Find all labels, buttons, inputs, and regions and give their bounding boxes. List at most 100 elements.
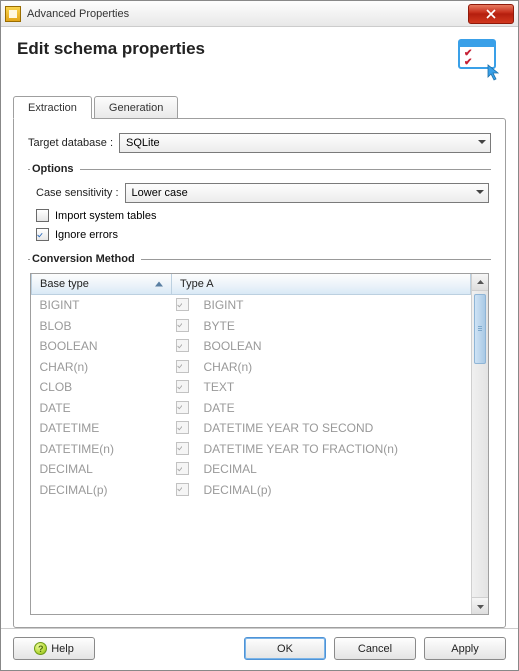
header: Edit schema properties ✔✔ (13, 35, 506, 89)
tabstrip: Extraction Generation (13, 95, 506, 118)
close-button[interactable] (468, 4, 514, 24)
type-a-checkbox (176, 462, 189, 475)
column-type-a[interactable]: Type A (172, 274, 471, 295)
cell-type-a-checkbox (172, 316, 196, 337)
conversion-method-legend: Conversion Method (30, 253, 141, 265)
table-row[interactable]: BIGINT BIGINT (32, 295, 471, 316)
cell-type-a: BYTE (196, 316, 471, 337)
window-body: Edit schema properties ✔✔ Extraction Gen… (1, 27, 518, 628)
type-a-checkbox (176, 298, 189, 311)
cell-type-a-checkbox (172, 357, 196, 378)
tab-generation[interactable]: Generation (94, 96, 178, 119)
check-icon (177, 382, 183, 392)
table-row[interactable]: DECIMALDECIMAL (32, 459, 471, 480)
title-bar: Advanced Properties (1, 1, 518, 27)
check-icon (177, 443, 183, 453)
cell-base-type: BLOB (32, 316, 172, 337)
import-system-tables-label: Import system tables (55, 210, 156, 222)
cell-type-a-checkbox (172, 398, 196, 419)
cell-base-type: DATE (32, 398, 172, 419)
scroll-up-button[interactable] (472, 274, 488, 291)
table-row[interactable]: CLOB TEXT (32, 377, 471, 398)
check-icon (177, 464, 183, 474)
cell-type-a: DATETIME YEAR TO SECOND (196, 418, 471, 439)
cell-type-a-checkbox (172, 439, 196, 460)
help-button[interactable]: ? Help (13, 637, 95, 660)
case-sensitivity-value: Lower case (132, 187, 188, 199)
check-icon (37, 230, 43, 240)
cell-type-a-checkbox (172, 459, 196, 480)
ignore-errors-label: Ignore errors (55, 229, 118, 241)
table-row[interactable]: DATETIME DATETIME YEAR TO SECOND (32, 418, 471, 439)
cell-base-type: CLOB (32, 377, 172, 398)
chevron-down-icon (478, 137, 486, 149)
cell-base-type: BIGINT (32, 295, 172, 316)
cell-type-a-checkbox (172, 295, 196, 316)
cursor-icon (486, 63, 504, 81)
check-icon (177, 341, 183, 351)
conversion-table-scroll: Base type Type A BIGINTBIGINTBLOBBYTEBOO… (31, 274, 471, 614)
conversion-table-wrap: Base type Type A BIGINTBIGINTBLOBBYTEBOO… (30, 273, 489, 615)
case-sensitivity-label: Case sensitivity : (36, 187, 119, 199)
tab-area: Extraction Generation Target database : … (13, 95, 506, 628)
type-a-checkbox (176, 339, 189, 352)
conversion-table: Base type Type A BIGINTBIGINTBLOBBYTEBOO… (31, 274, 471, 500)
type-a-checkbox (176, 442, 189, 455)
check-icon (177, 320, 183, 330)
options-legend: Options (30, 163, 80, 175)
table-row[interactable]: DATEDATE (32, 398, 471, 419)
tab-extraction[interactable]: Extraction (13, 96, 92, 119)
scroll-down-button[interactable] (472, 597, 488, 614)
cell-type-a-checkbox (172, 336, 196, 357)
chevron-down-icon (476, 187, 484, 199)
cell-base-type: DECIMAL (32, 459, 172, 480)
check-icon (177, 300, 183, 310)
case-sensitivity-row: Case sensitivity : Lower case (36, 183, 489, 203)
type-a-checkbox (176, 421, 189, 434)
cell-type-a-checkbox (172, 418, 196, 439)
check-icon (177, 361, 183, 371)
type-a-checkbox (176, 360, 189, 373)
column-base-type[interactable]: Base type (32, 274, 172, 295)
cell-base-type: DATETIME(n) (32, 439, 172, 460)
ignore-errors-checkbox[interactable] (36, 228, 49, 241)
scroll-thumb[interactable] (474, 294, 486, 364)
ignore-errors-row: Ignore errors (36, 228, 489, 241)
import-system-tables-checkbox[interactable] (36, 209, 49, 222)
cell-type-a: BIGINT (196, 295, 471, 316)
cell-type-a: BOOLEAN (196, 336, 471, 357)
target-database-select[interactable]: SQLite (119, 133, 491, 153)
cell-type-a: DECIMAL(p) (196, 480, 471, 501)
cell-type-a: TEXT (196, 377, 471, 398)
cell-base-type: CHAR(n) (32, 357, 172, 378)
table-row[interactable]: CHAR(n) CHAR(n) (32, 357, 471, 378)
apply-button[interactable]: Apply (424, 637, 506, 660)
cell-base-type: DATETIME (32, 418, 172, 439)
type-a-checkbox (176, 319, 189, 332)
table-row[interactable]: BOOLEAN BOOLEAN (32, 336, 471, 357)
cell-base-type: BOOLEAN (32, 336, 172, 357)
cancel-button[interactable]: Cancel (334, 637, 416, 660)
options-group: Options Case sensitivity : Lower case Im… (28, 163, 491, 243)
ok-button[interactable]: OK (244, 637, 326, 660)
case-sensitivity-select[interactable]: Lower case (125, 183, 489, 203)
cell-type-a-checkbox (172, 480, 196, 501)
target-database-row: Target database : SQLite (28, 133, 491, 153)
type-a-checkbox (176, 380, 189, 393)
check-icon (177, 402, 183, 412)
schema-properties-icon: ✔✔ (458, 39, 502, 79)
scrollbar-vertical[interactable] (471, 274, 488, 614)
close-icon (486, 9, 496, 19)
target-database-value: SQLite (126, 137, 160, 149)
app-icon (5, 6, 21, 22)
page-title: Edit schema properties (17, 39, 205, 59)
conversion-method-group: Conversion Method Base type Type A BIG (28, 253, 491, 617)
check-icon (177, 423, 183, 433)
window-title: Advanced Properties (27, 8, 129, 20)
cell-base-type: DECIMAL(p) (32, 480, 172, 501)
table-row[interactable]: DECIMAL(p) DECIMAL(p) (32, 480, 471, 501)
check-icon (177, 484, 183, 494)
cell-type-a: CHAR(n) (196, 357, 471, 378)
table-row[interactable]: BLOB BYTE (32, 316, 471, 337)
table-row[interactable]: DATETIME(n)DATETIME YEAR TO FRACTION(n) (32, 439, 471, 460)
